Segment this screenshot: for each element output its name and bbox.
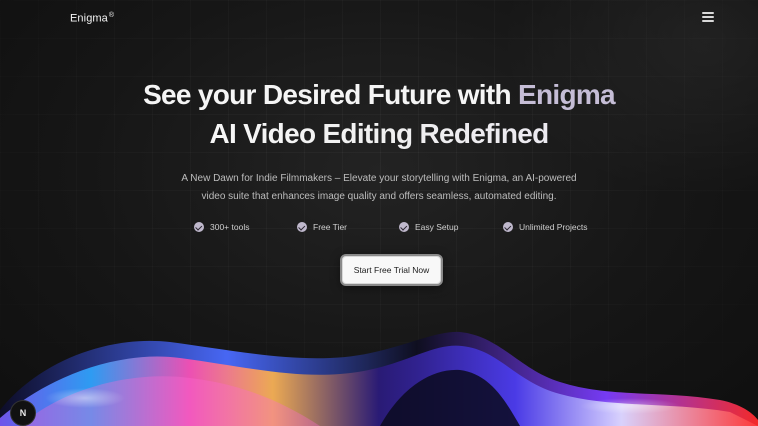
feature-label: 300+ tools <box>210 222 250 232</box>
subtitle-line-1: A New Dawn for Indie Filmmakers – Elevat… <box>181 173 577 184</box>
brand-logo[interactable]: Enigma® <box>70 12 114 25</box>
feature-list: 300+ tools Free Tier Easy Setup Unlimite… <box>0 222 758 236</box>
subtitle-line-2: video suite that enhances image quality … <box>201 191 557 202</box>
start-free-trial-button[interactable]: Start Free Trial Now <box>340 254 443 286</box>
feature-label: Free Tier <box>313 222 348 232</box>
feature-label: Unlimited Projects <box>519 222 588 232</box>
hamburger-menu-icon[interactable] <box>702 12 714 22</box>
check-circle-icon <box>194 222 204 232</box>
hero-title-text: See your Desired Future with <box>143 79 512 110</box>
check-circle-icon <box>503 222 513 232</box>
check-circle-icon <box>297 222 307 232</box>
feature-item: Unlimited Projects <box>503 222 588 232</box>
hero-subtitle: A New Dawn for Indie Filmmakers – Elevat… <box>0 170 758 206</box>
hero-title-line-2: AI Video Editing Redefined <box>0 115 758 153</box>
hero-title-line-1: See your Desired Future with Enigma <box>0 76 758 114</box>
n-badge[interactable]: N <box>10 400 36 426</box>
registered-mark: ® <box>108 12 115 19</box>
feature-label: Easy Setup <box>415 222 459 232</box>
feature-item: 300+ tools <box>194 222 249 232</box>
feature-item: Easy Setup <box>399 222 458 232</box>
check-circle-icon <box>399 222 409 232</box>
brand-name: Enigma <box>70 12 108 25</box>
feature-item: Free Tier <box>297 222 347 232</box>
hero-title-accent: Enigma <box>517 79 616 110</box>
hero-3d-ribbon-image <box>0 331 758 426</box>
